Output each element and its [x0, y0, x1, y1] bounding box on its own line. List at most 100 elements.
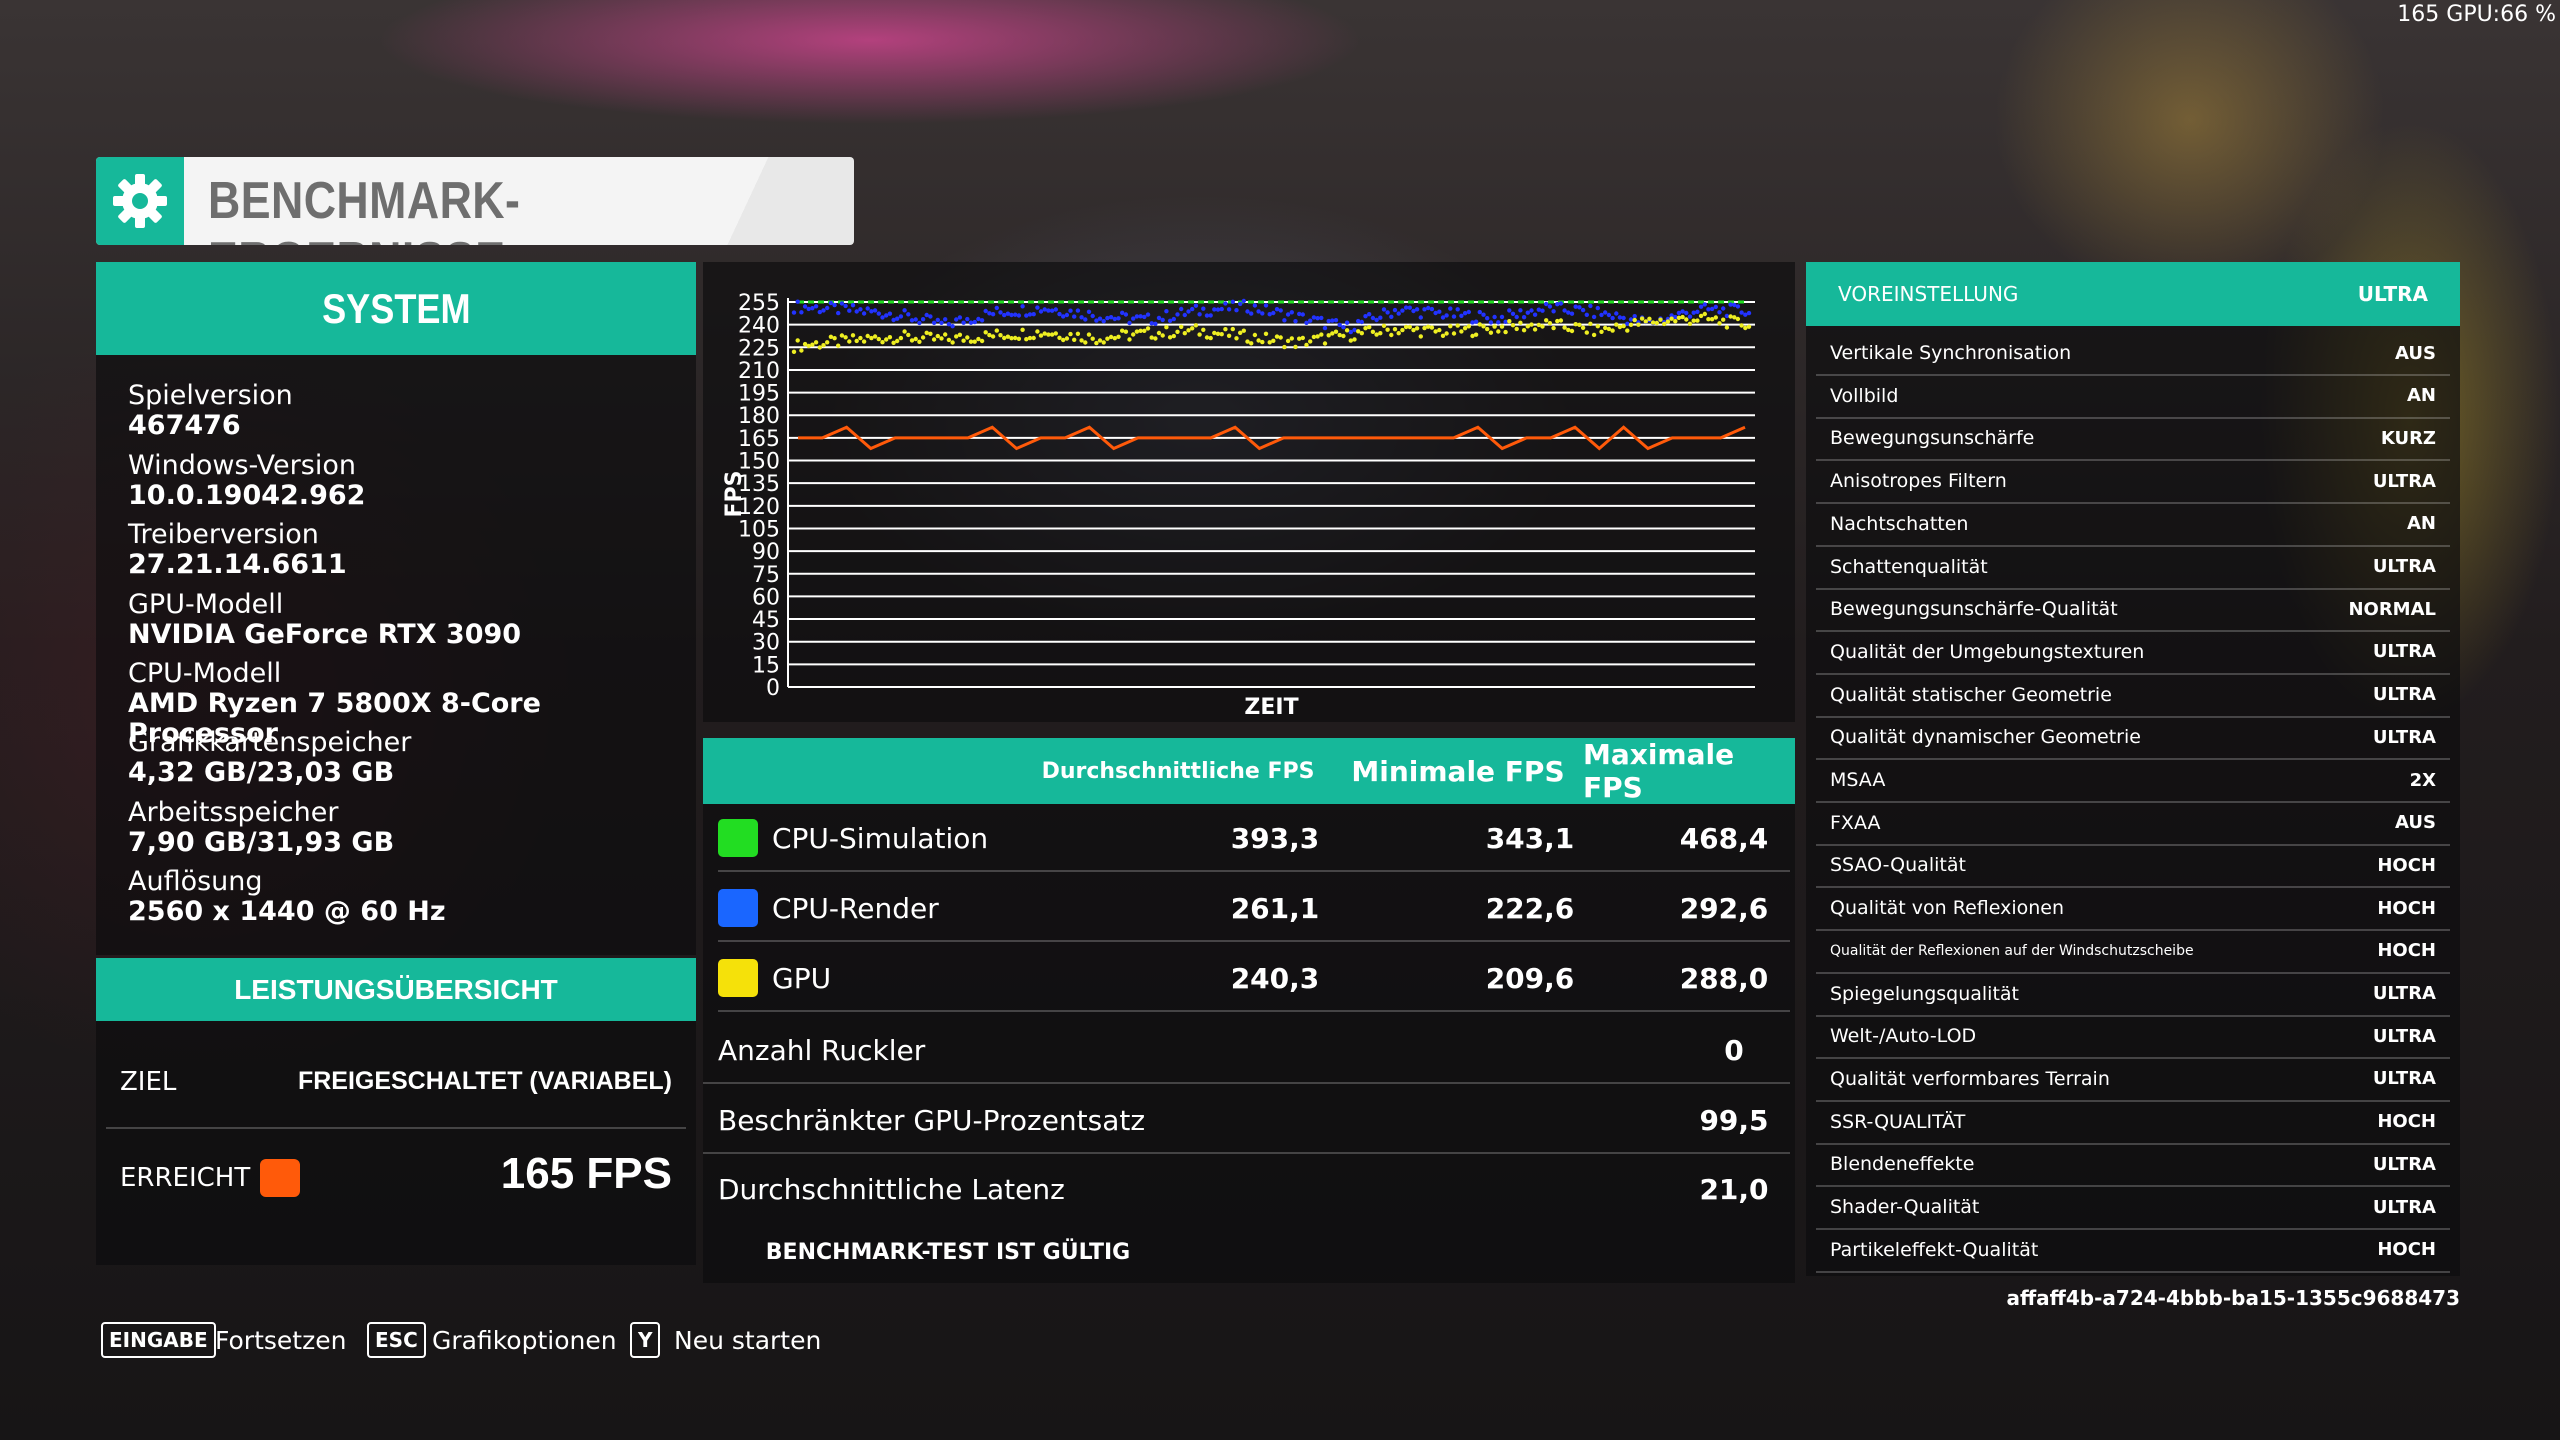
data-point	[1311, 315, 1317, 320]
data-point	[817, 345, 822, 350]
data-point	[990, 312, 996, 317]
results-table-header: Durchschnittliche FPS Minimale FPS Maxim…	[703, 738, 1795, 804]
data-point	[1145, 312, 1151, 317]
data-point	[1035, 329, 1040, 334]
settings-row: Blendeneffekte ULTRA	[1816, 1143, 2450, 1188]
system-title: SYSTEM	[321, 284, 471, 332]
setting-value: ULTRA	[2372, 1025, 2436, 1047]
legend-swatch-cpu-simulation	[718, 819, 758, 857]
row-name: Beschränkter GPU-Prozentsatz	[718, 1103, 1146, 1137]
y-tick-label: 90	[752, 540, 780, 565]
data-point	[1488, 330, 1494, 335]
data-point	[1352, 337, 1357, 342]
y-key-badge[interactable]: Y	[630, 1322, 661, 1358]
graphics-options-button[interactable]: Grafikoptionen	[432, 1322, 617, 1358]
data-point	[1521, 328, 1527, 333]
data-point	[917, 339, 922, 344]
data-point	[1521, 315, 1527, 320]
data-point	[1507, 319, 1512, 324]
data-point	[1333, 318, 1339, 323]
settings-preset-header: VOREINSTELLUNG ULTRA	[1806, 262, 2460, 326]
data-point	[1547, 304, 1553, 309]
settings-row: FXAA AUS	[1816, 802, 2450, 846]
data-point	[1068, 308, 1073, 313]
setting-label: Blendeneffekte	[1830, 1153, 1975, 1176]
setting-value: KURZ	[2380, 427, 2436, 449]
data-point	[1359, 319, 1364, 325]
data-point	[1532, 312, 1538, 317]
data-point	[1363, 314, 1368, 319]
data-point	[1569, 311, 1575, 316]
setting-value: AN	[2407, 513, 2436, 535]
performance-title: LEISTUNGSÜBERSICHT	[234, 973, 558, 1005]
data-point	[1414, 326, 1420, 331]
data-point	[1079, 338, 1084, 343]
header-min-fps: Minimale FPS	[1351, 754, 1565, 788]
data-point	[979, 318, 985, 323]
esc-key-badge[interactable]: ESC	[367, 1322, 426, 1358]
system-row-value: 10.0.19042.962	[128, 480, 366, 511]
y-tick-label: 195	[738, 382, 780, 407]
performance-panel: ZIEL FREIGESCHALTET (VARIABEL) ERREICHT …	[96, 1021, 696, 1265]
data-point	[1304, 320, 1309, 325]
data-point	[1636, 322, 1641, 327]
system-row-label: Spielversion	[128, 380, 293, 411]
data-point	[1444, 313, 1449, 318]
system-panel: Spielversion 467476 Windows-Version 10.0…	[96, 355, 696, 955]
settings-row: Schattenqualität ULTRA	[1816, 546, 2450, 590]
data-point	[1208, 313, 1213, 318]
row-name: Anzahl Ruckler	[718, 1033, 926, 1067]
data-point	[1621, 315, 1626, 321]
data-point	[1215, 307, 1221, 312]
row-name: CPU-Simulation	[772, 821, 989, 855]
data-point	[1241, 298, 1246, 304]
continue-button[interactable]: Fortsetzen	[215, 1322, 346, 1358]
data-point	[1514, 326, 1519, 332]
enter-key-badge[interactable]: EINGABE	[101, 1322, 216, 1358]
data-point	[1175, 312, 1180, 317]
data-point	[1558, 318, 1564, 323]
data-point	[1580, 325, 1586, 330]
setting-label: Bewegungsunschärfe-Qualität	[1830, 598, 2118, 621]
data-point	[1322, 325, 1328, 331]
data-point	[1190, 306, 1195, 312]
data-point	[1662, 321, 1667, 327]
data-point	[1632, 314, 1637, 319]
data-point	[1042, 331, 1047, 336]
data-point	[1219, 332, 1224, 337]
data-point	[1407, 305, 1412, 310]
data-point	[1684, 317, 1689, 322]
settings-row: MSAA 2X	[1816, 759, 2450, 803]
restart-button[interactable]: Neu starten	[674, 1322, 821, 1358]
data-point	[895, 338, 900, 344]
settings-row: Shader-Qualität ULTRA	[1816, 1186, 2450, 1230]
divider	[106, 1127, 686, 1129]
data-point	[1492, 314, 1497, 320]
setting-label: Qualität dynamischer Geometrie	[1830, 726, 2141, 749]
data-point	[913, 317, 918, 322]
benchmark-id: affaff4b-a724-4bbb-ba15-1355c9688473	[2006, 1286, 2460, 1310]
data-point	[1414, 307, 1420, 312]
data-point	[1186, 328, 1191, 333]
data-point	[1591, 332, 1597, 338]
data-point	[1341, 333, 1346, 339]
setting-label: MSAA	[1830, 769, 1886, 791]
data-point	[1234, 308, 1239, 313]
data-point	[1252, 303, 1258, 308]
settings-row: Bewegungsunschärfe-Qualität NORMAL	[1816, 588, 2450, 633]
data-point	[1459, 329, 1464, 334]
data-point	[1735, 316, 1741, 322]
setting-value: ULTRA	[2372, 556, 2436, 577]
data-point	[961, 320, 966, 325]
data-point	[872, 334, 878, 339]
setting-label: Vertikale Synchronisation	[1830, 342, 2072, 364]
data-point	[1389, 332, 1394, 338]
data-point	[1717, 321, 1722, 326]
table-row-cpu-render: CPU-Render 261,1 222,6 292,6	[718, 874, 1790, 942]
header-max-fps: Maximale FPS	[1583, 738, 1735, 804]
data-point	[1632, 317, 1637, 323]
setting-value: ULTRA	[2372, 470, 2436, 492]
data-point	[1064, 336, 1070, 341]
data-point	[1179, 324, 1184, 329]
data-point	[1260, 311, 1265, 316]
